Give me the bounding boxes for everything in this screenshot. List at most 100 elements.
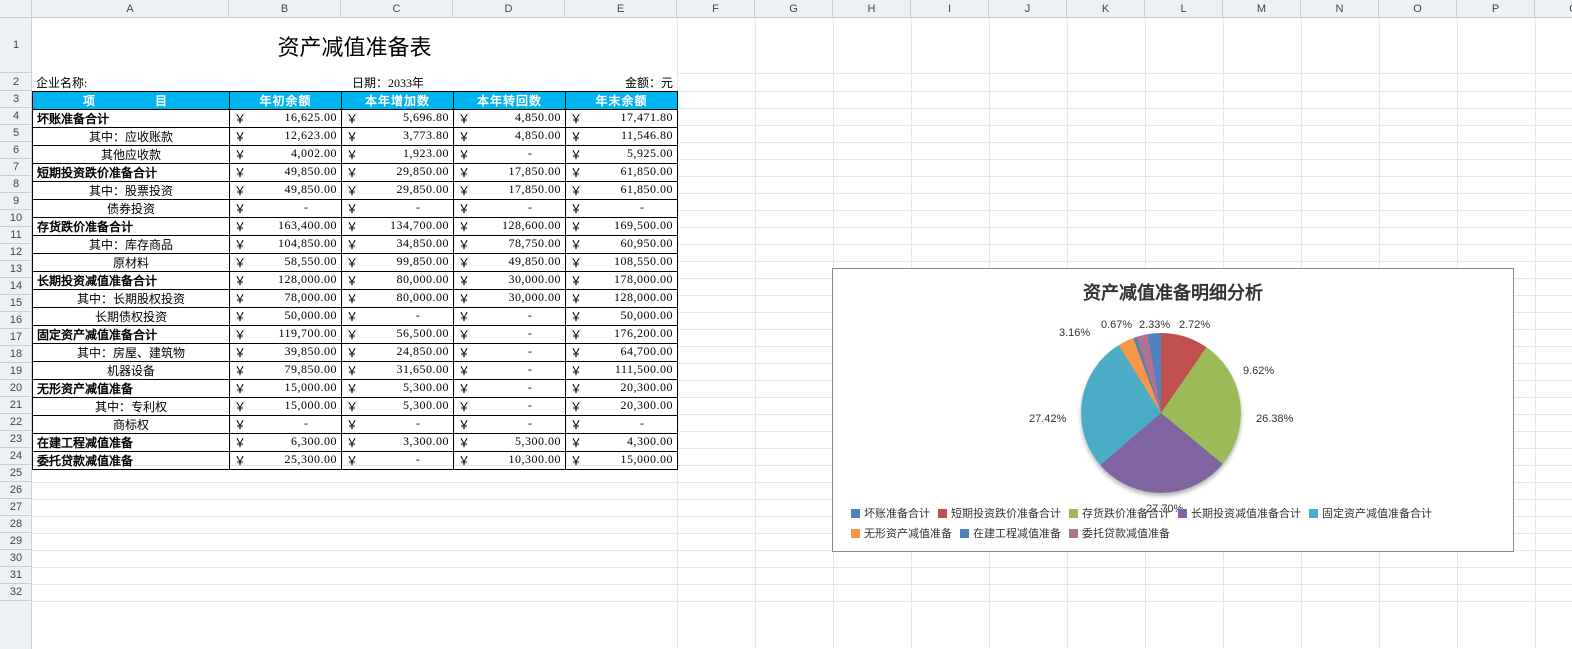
row-label[interactable]: 长期投资减值准备合计: [33, 272, 230, 290]
sheet-content[interactable]: 资产减值准备表 企业名称: 日期：2033年 金额：元 项 目 年初余额 本年增…: [32, 18, 678, 470]
chart-container[interactable]: 资产减值准备明细分析 9.62% 26.38% 27.70% 27.42% 3.…: [832, 268, 1514, 552]
row-label[interactable]: 其中：库存商品: [33, 236, 230, 254]
cell-value[interactable]: ￥56,500.00: [342, 326, 454, 344]
row-header[interactable]: 8: [0, 176, 32, 193]
cell-value[interactable]: ￥4,850.00: [454, 110, 566, 128]
cell-value[interactable]: ￥6,300.00: [230, 434, 342, 452]
row-header[interactable]: 17: [0, 329, 32, 346]
column-header[interactable]: N: [1301, 0, 1379, 18]
cell-value[interactable]: ￥39,850.00: [230, 344, 342, 362]
cell-value[interactable]: ￥-: [342, 200, 454, 218]
cell-value[interactable]: ￥20,300.00: [566, 380, 678, 398]
select-all-corner[interactable]: [0, 0, 32, 18]
cell-value[interactable]: ￥78,000.00: [230, 290, 342, 308]
row-header[interactable]: 24: [0, 448, 32, 465]
row-header[interactable]: 19: [0, 363, 32, 380]
cell-value[interactable]: ￥4,300.00: [566, 434, 678, 452]
cell-value[interactable]: ￥-: [454, 344, 566, 362]
cell-value[interactable]: ￥61,850.00: [566, 182, 678, 200]
row-header[interactable]: 28: [0, 516, 32, 533]
cell-value[interactable]: ￥-: [342, 452, 454, 470]
cell-value[interactable]: ￥20,300.00: [566, 398, 678, 416]
cell-value[interactable]: ￥-: [454, 308, 566, 326]
cell-value[interactable]: ￥12,623.00: [230, 128, 342, 146]
cell-value[interactable]: ￥50,000.00: [566, 308, 678, 326]
cell-value[interactable]: ￥15,000.00: [566, 452, 678, 470]
cell-value[interactable]: ￥134,700.00: [342, 218, 454, 236]
row-label[interactable]: 短期投资跌价准备合计: [33, 164, 230, 182]
row-label[interactable]: 委托贷款减值准备: [33, 452, 230, 470]
cell-value[interactable]: ￥119,700.00: [230, 326, 342, 344]
row-header[interactable]: 32: [0, 584, 32, 601]
row-header[interactable]: 7: [0, 159, 32, 176]
cell-value[interactable]: ￥61,850.00: [566, 164, 678, 182]
column-header[interactable]: H: [833, 0, 911, 18]
row-header[interactable]: 1: [0, 18, 32, 73]
row-header[interactable]: 25: [0, 465, 32, 482]
cell-value[interactable]: ￥128,600.00: [454, 218, 566, 236]
row-label[interactable]: 在建工程减值准备: [33, 434, 230, 452]
cell-value[interactable]: ￥15,000.00: [230, 398, 342, 416]
cell-value[interactable]: ￥16,625.00: [230, 110, 342, 128]
cell-value[interactable]: ￥1,923.00: [342, 146, 454, 164]
row-label[interactable]: 坏账准备合计: [33, 110, 230, 128]
cell-value[interactable]: ￥17,850.00: [454, 164, 566, 182]
cell-value[interactable]: ￥49,850.00: [230, 182, 342, 200]
cell-value[interactable]: ￥29,850.00: [342, 164, 454, 182]
column-header[interactable]: A: [32, 0, 229, 18]
cell-value[interactable]: ￥99,850.00: [342, 254, 454, 272]
column-header[interactable]: M: [1223, 0, 1301, 18]
cell-value[interactable]: ￥104,850.00: [230, 236, 342, 254]
row-header[interactable]: 22: [0, 414, 32, 431]
column-header[interactable]: O: [1379, 0, 1457, 18]
row-header[interactable]: 31: [0, 567, 32, 584]
cell-value[interactable]: ￥5,925.00: [566, 146, 678, 164]
cell-value[interactable]: ￥17,471.80: [566, 110, 678, 128]
column-header[interactable]: F: [677, 0, 755, 18]
cell-value[interactable]: ￥78,750.00: [454, 236, 566, 254]
row-label[interactable]: 长期债权投资: [33, 308, 230, 326]
row-header[interactable]: 3: [0, 91, 32, 108]
row-label[interactable]: 债券投资: [33, 200, 230, 218]
cell-value[interactable]: ￥-: [230, 200, 342, 218]
cell-value[interactable]: ￥50,000.00: [230, 308, 342, 326]
row-header[interactable]: 30: [0, 550, 32, 567]
column-header[interactable]: B: [229, 0, 341, 18]
cell-value[interactable]: ￥176,200.00: [566, 326, 678, 344]
row-label[interactable]: 固定资产减值准备合计: [33, 326, 230, 344]
row-header[interactable]: 16: [0, 312, 32, 329]
cell-value[interactable]: ￥111,500.00: [566, 362, 678, 380]
cell-value[interactable]: ￥5,300.00: [342, 380, 454, 398]
row-header[interactable]: 9: [0, 193, 32, 210]
column-header[interactable]: L: [1145, 0, 1223, 18]
cell-value[interactable]: ￥80,000.00: [342, 290, 454, 308]
cell-value[interactable]: ￥-: [454, 146, 566, 164]
cell-value[interactable]: ￥31,650.00: [342, 362, 454, 380]
row-header[interactable]: 6: [0, 142, 32, 159]
row-header[interactable]: 18: [0, 346, 32, 363]
row-header[interactable]: 14: [0, 278, 32, 295]
row-label[interactable]: 机器设备: [33, 362, 230, 380]
row-header[interactable]: 13: [0, 261, 32, 278]
row-header[interactable]: 15: [0, 295, 32, 312]
cell-value[interactable]: ￥-: [454, 200, 566, 218]
cell-value[interactable]: ￥-: [566, 200, 678, 218]
column-header[interactable]: P: [1457, 0, 1535, 18]
row-label[interactable]: 其中：房屋、建筑物: [33, 344, 230, 362]
row-header[interactable]: 4: [0, 108, 32, 125]
cell-value[interactable]: ￥15,000.00: [230, 380, 342, 398]
cell-value[interactable]: ￥5,696.80: [342, 110, 454, 128]
row-label[interactable]: 其中：专利权: [33, 398, 230, 416]
cell-value[interactable]: ￥30,000.00: [454, 290, 566, 308]
cell-value[interactable]: ￥4,850.00: [454, 128, 566, 146]
row-label[interactable]: 其中：应收账款: [33, 128, 230, 146]
column-header[interactable]: C: [341, 0, 453, 18]
cell-value[interactable]: ￥49,850.00: [230, 164, 342, 182]
column-header[interactable]: J: [989, 0, 1067, 18]
column-header[interactable]: D: [453, 0, 565, 18]
row-header[interactable]: 23: [0, 431, 32, 448]
cell-value[interactable]: ￥10,300.00: [454, 452, 566, 470]
cell-value[interactable]: ￥-: [454, 326, 566, 344]
row-header[interactable]: 26: [0, 482, 32, 499]
row-label[interactable]: 其中：股票投资: [33, 182, 230, 200]
